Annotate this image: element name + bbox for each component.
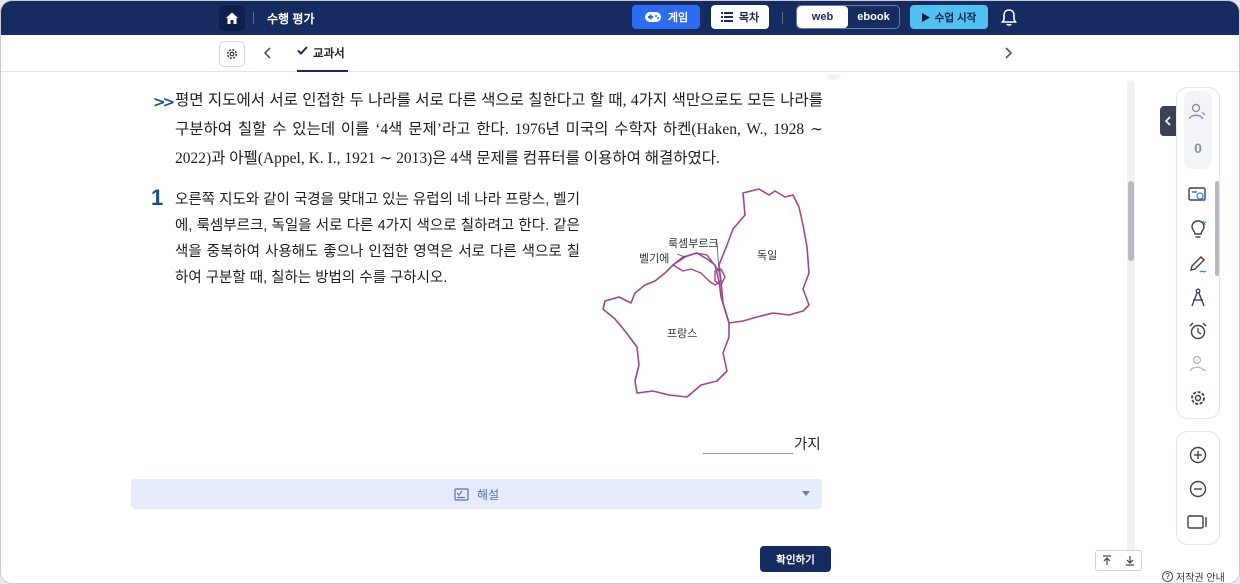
- belgium-region: [672, 252, 722, 286]
- arrow-down-to-line-icon: [1125, 556, 1134, 566]
- france-region: [602, 252, 730, 398]
- sub-nav-bar: 교과서: [1, 35, 1239, 72]
- belgium-label: 벨기에: [639, 253, 670, 265]
- pen-icon: [1190, 256, 1207, 273]
- answer-input[interactable]: [703, 453, 793, 454]
- play-icon: [921, 12, 930, 22]
- pen-tool[interactable]: [1186, 252, 1210, 276]
- home-icon: [226, 12, 238, 24]
- prev-page-button[interactable]: [261, 45, 275, 66]
- answer-unit: 가지: [794, 437, 821, 453]
- gear-icon: [226, 48, 238, 60]
- question-number: 1: [151, 185, 164, 210]
- solution-toggle[interactable]: 해설: [131, 479, 822, 509]
- scroll-top-button[interactable]: [1096, 551, 1119, 570]
- scroll-bottom-button[interactable]: [1119, 551, 1142, 570]
- toc-button[interactable]: 목차: [711, 5, 769, 29]
- participant-count: 0: [1194, 140, 1202, 156]
- toolbar-scrollbar[interactable]: [1215, 181, 1219, 276]
- copyright-link[interactable]: ? 저작권 안내: [1162, 569, 1225, 584]
- compass-tool[interactable]: [1186, 286, 1210, 310]
- settings-button[interactable]: [219, 41, 245, 67]
- game-label: 게임: [667, 12, 689, 24]
- user-icon: [1189, 355, 1207, 372]
- view-mode-toggle: web ebook: [796, 5, 900, 29]
- chevron-left-icon: [263, 47, 271, 59]
- student-tool[interactable]: [1186, 352, 1210, 376]
- luxembourg-label: 룩셈부르크: [668, 238, 719, 250]
- double-chevron-icon: >>: [153, 93, 175, 111]
- zoom-in-icon: [1189, 446, 1207, 464]
- france-label: 프랑스: [667, 328, 698, 340]
- check-icon: [297, 46, 308, 55]
- toc-label: 목차: [738, 12, 760, 24]
- app-frame: 수행 평가 게임 목차 web ebook 수업 시작 교과서 >> 평면 지도…: [0, 0, 1240, 584]
- start-class-button[interactable]: 수업 시작: [910, 5, 988, 29]
- screen-search-tool[interactable]: [1186, 184, 1210, 208]
- gamepad-icon: [644, 12, 661, 22]
- users-icon: [1188, 103, 1206, 120]
- bell-icon: [1001, 9, 1017, 26]
- jump-controls: [1095, 550, 1142, 571]
- chevron-right-icon: [1005, 47, 1013, 59]
- tab-textbook[interactable]: 교과서: [297, 43, 348, 72]
- notification-button[interactable]: [1000, 8, 1018, 32]
- zoom-in-button[interactable]: [1186, 443, 1210, 467]
- zoom-out-button[interactable]: [1186, 477, 1210, 501]
- toolbar-settings-button[interactable]: [1186, 386, 1210, 410]
- page-title: 수행 평가: [267, 12, 315, 26]
- collapse-toolbar-button[interactable]: [1160, 106, 1176, 136]
- top-bar: 수행 평가 게임 목차 web ebook 수업 시작: [1, 1, 1239, 35]
- page-handle: [827, 74, 841, 80]
- divider: [253, 12, 254, 24]
- intro-paragraph: >> 평면 지도에서 서로 인접한 두 나라를 서로 다른 색으로 칠한다고 할…: [153, 86, 823, 173]
- caret-down-icon: [802, 491, 810, 496]
- list-icon: [720, 12, 733, 22]
- confirm-button[interactable]: 확인하기: [760, 546, 831, 572]
- home-button[interactable]: [219, 5, 245, 31]
- compass-icon: [1191, 288, 1205, 307]
- europe-map-drawing: [602, 188, 810, 398]
- participants-button[interactable]: [1186, 100, 1210, 124]
- web-mode-button[interactable]: web: [797, 6, 848, 28]
- idea-tool[interactable]: [1186, 217, 1210, 241]
- arrow-up-to-line-icon: [1103, 555, 1112, 565]
- game-button[interactable]: 게임: [632, 5, 700, 29]
- alarm-clock-icon: [1189, 322, 1207, 340]
- zoom-out-icon: [1189, 480, 1207, 498]
- lightbulb-icon: [1191, 220, 1207, 238]
- content-scrollbar[interactable]: [1127, 80, 1135, 572]
- screen-search-icon: [1188, 187, 1206, 202]
- ebook-mode-button[interactable]: ebook: [848, 6, 899, 28]
- timer-tool[interactable]: [1186, 319, 1210, 343]
- tab-label: 교과서: [313, 48, 345, 60]
- solution-icon: [454, 487, 469, 501]
- copyright-label: 저작권 안내: [1176, 573, 1225, 584]
- content-scroll-thumb[interactable]: [1128, 181, 1134, 261]
- germany-label: 독일: [757, 250, 778, 262]
- intro-text: 평면 지도에서 서로 인접한 두 나라를 서로 다른 색으로 칠한다고 할 때,…: [175, 92, 823, 167]
- next-page-button[interactable]: [1001, 45, 1015, 66]
- fit-screen-button[interactable]: [1186, 510, 1210, 534]
- start-class-label: 수업 시작: [934, 11, 977, 24]
- gear-icon: [1191, 391, 1205, 405]
- solution-label: 해설: [476, 487, 500, 502]
- question-icon: ?: [1162, 571, 1173, 582]
- europe-map: 룩셈부르크 벨기에 독일 프랑스: [597, 185, 827, 405]
- chevron-left-icon: [1164, 116, 1171, 126]
- fit-screen-icon: [1187, 515, 1207, 529]
- question-text: 오른쪽 지도와 같이 국경을 맞대고 있는 유럽의 네 나라 프랑스, 벨기에,…: [175, 192, 580, 286]
- divider: [782, 12, 783, 24]
